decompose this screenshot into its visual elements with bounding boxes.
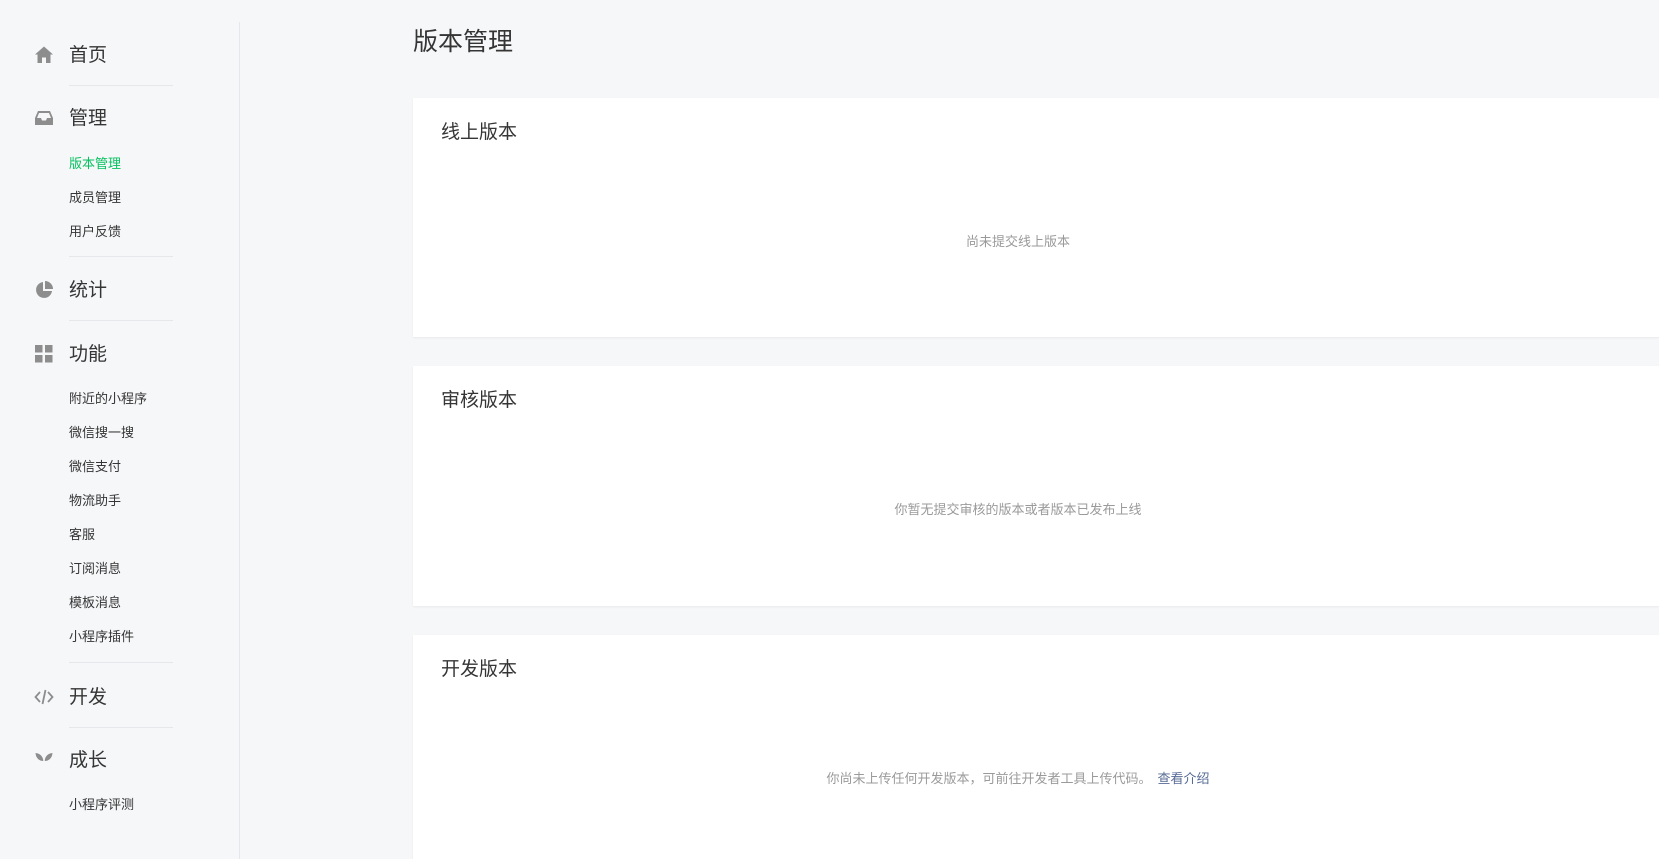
nav-features-label: 功能 [69,343,108,365]
nav-develop-label: 开发 [69,686,108,708]
sidebar-item-customer-service[interactable]: 客服 [69,527,95,545]
sidebar-item-version-manage[interactable]: 版本管理 [69,156,121,174]
app-root: 首页 管理 版本管理 成员管理 用户反馈 统计 功能 附近的小程序 微信搜一搜 … [0,0,1659,859]
panel-title-online: 线上版本 [441,121,518,143]
nav-stats[interactable]: 统计 [0,270,239,310]
divider [69,662,173,663]
pie-chart-icon [34,280,54,300]
empty-state-online: 尚未提交线上版本 [413,234,1623,252]
sprout-icon [34,750,54,770]
sidebar-item-logistics-assistant[interactable]: 物流助手 [69,493,121,511]
divider [69,727,173,728]
sidebar-item-subscribe-message[interactable]: 订阅消息 [69,561,121,579]
sidebar-item-user-feedback[interactable]: 用户反馈 [69,224,121,242]
home-icon [34,45,54,65]
sidebar-item-wechat-pay[interactable]: 微信支付 [69,459,121,477]
nav-home[interactable]: 首页 [0,35,239,75]
dev-version-panel: 开发版本 你尚未上传任何开发版本，可前往开发者工具上传代码。 查看介绍 [413,635,1659,859]
sidebar-item-miniprogram-evaluation[interactable]: 小程序评测 [69,797,134,815]
empty-state-online-text: 尚未提交线上版本 [965,235,1070,250]
nav-growth[interactable]: 成长 [0,740,239,780]
empty-state-review-text: 你暂无提交审核的版本或者版本已发布上线 [894,503,1142,518]
empty-state-review: 你暂无提交审核的版本或者版本已发布上线 [413,502,1623,520]
inbox-icon [34,108,54,128]
divider [69,320,173,321]
divider [69,256,173,257]
sidebar-item-template-message[interactable]: 模板消息 [69,595,121,613]
online-version-panel: 线上版本 尚未提交线上版本 [413,98,1659,337]
nav-manage-label: 管理 [69,107,108,129]
nav-develop[interactable]: 开发 [0,677,239,717]
empty-state-dev-text: 你尚未上传任何开发版本，可前往开发者工具上传代码。 [826,772,1152,787]
nav-home-label: 首页 [69,44,108,66]
divider [69,85,173,86]
sidebar-item-wechat-search[interactable]: 微信搜一搜 [69,425,134,443]
grid-icon [34,344,54,364]
panel-title-review: 审核版本 [441,389,518,411]
sidebar: 首页 管理 版本管理 成员管理 用户反馈 统计 功能 附近的小程序 微信搜一搜 … [0,0,239,859]
nav-manage[interactable]: 管理 [0,98,239,138]
nav-growth-label: 成长 [69,749,108,771]
sidebar-item-miniprogram-plugin[interactable]: 小程序插件 [69,629,134,647]
view-intro-link[interactable]: 查看介绍 [1158,772,1210,787]
nav-stats-label: 统计 [69,279,108,301]
sidebar-item-nearby-miniprogram[interactable]: 附近的小程序 [69,391,147,409]
sidebar-divider [239,22,240,859]
panel-title-dev: 开发版本 [441,658,518,680]
page-title: 版本管理 [413,27,514,56]
sidebar-item-member-manage[interactable]: 成员管理 [69,190,121,208]
review-version-panel: 审核版本 你暂无提交审核的版本或者版本已发布上线 [413,366,1659,606]
empty-state-dev: 你尚未上传任何开发版本，可前往开发者工具上传代码。 查看介绍 [413,771,1623,789]
nav-features[interactable]: 功能 [0,334,239,374]
code-icon [34,687,54,707]
